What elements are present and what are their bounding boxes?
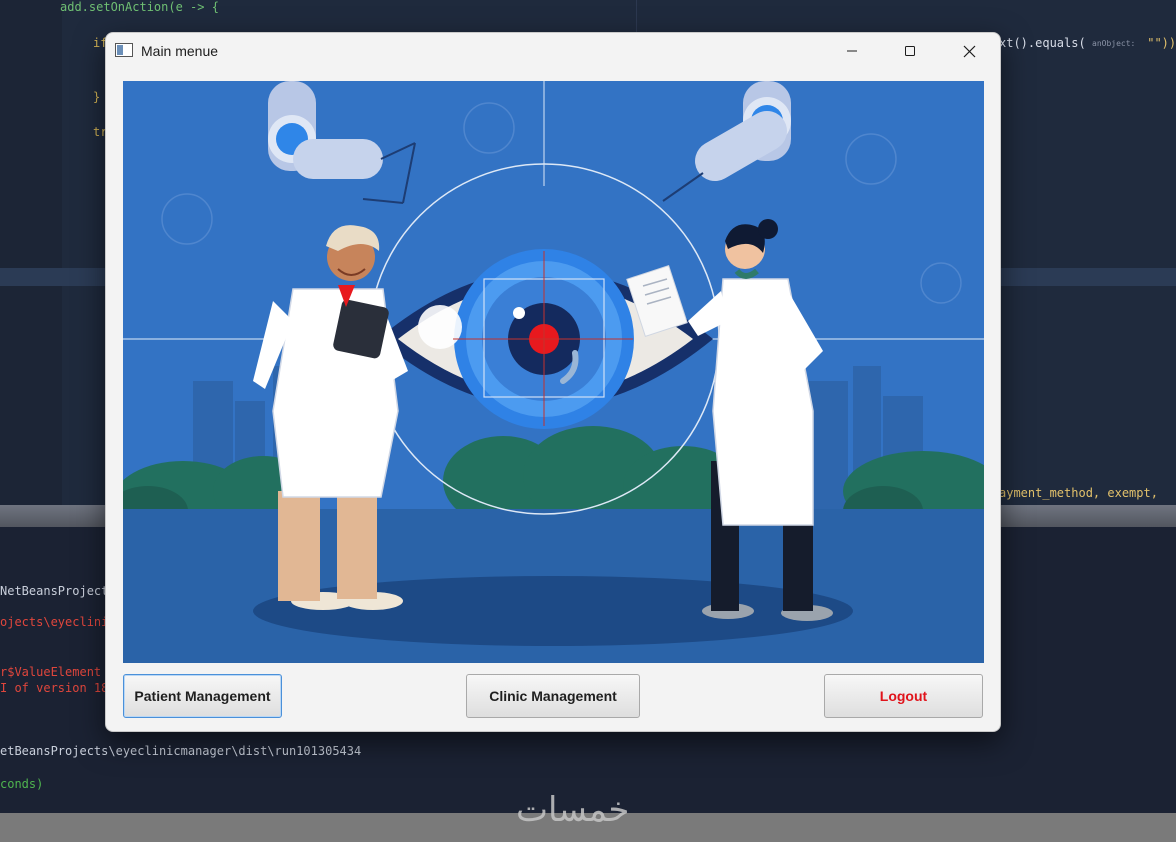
logout-button[interactable]: Logout (824, 674, 983, 718)
console-line: I of version 18 (0, 681, 109, 695)
clinic-management-button[interactable]: Clinic Management (466, 674, 640, 718)
minimize-button[interactable] (823, 33, 881, 69)
main-menu-window: Main menue Patient Management Clinic Man… (105, 32, 1001, 732)
maximize-button[interactable] (881, 33, 939, 69)
code-hint: anObject: (1092, 39, 1136, 48)
console-line: etBeansProjects\eyeclinicmanager\dist\ru… (0, 744, 362, 758)
console-line: ojects\eyeclinic (0, 615, 116, 629)
code-line: add.setOnAction(e -> { (60, 0, 219, 14)
console-line: conds) (0, 777, 44, 791)
console-line: r$ValueElement (0, 665, 109, 679)
minimize-icon (847, 50, 857, 52)
maximize-icon (905, 46, 915, 56)
editor-gutter (0, 0, 62, 505)
code-line: ayment_method, exempt, (999, 486, 1158, 500)
code-line: "")) (1140, 36, 1176, 50)
code-line: } (93, 90, 101, 104)
console-line: NetBeansProject (0, 584, 109, 598)
patient-management-button[interactable]: Patient Management (123, 674, 282, 718)
eye-clinic-illustration (123, 81, 984, 663)
code-line: xt().equals( (999, 36, 1086, 50)
close-button[interactable] (940, 33, 998, 69)
close-icon (963, 45, 975, 57)
watermark-logo: خمسات (516, 790, 630, 830)
title-bar[interactable]: Main menue (106, 33, 1000, 69)
window-title: Main menue (141, 43, 219, 59)
app-icon (115, 43, 133, 57)
